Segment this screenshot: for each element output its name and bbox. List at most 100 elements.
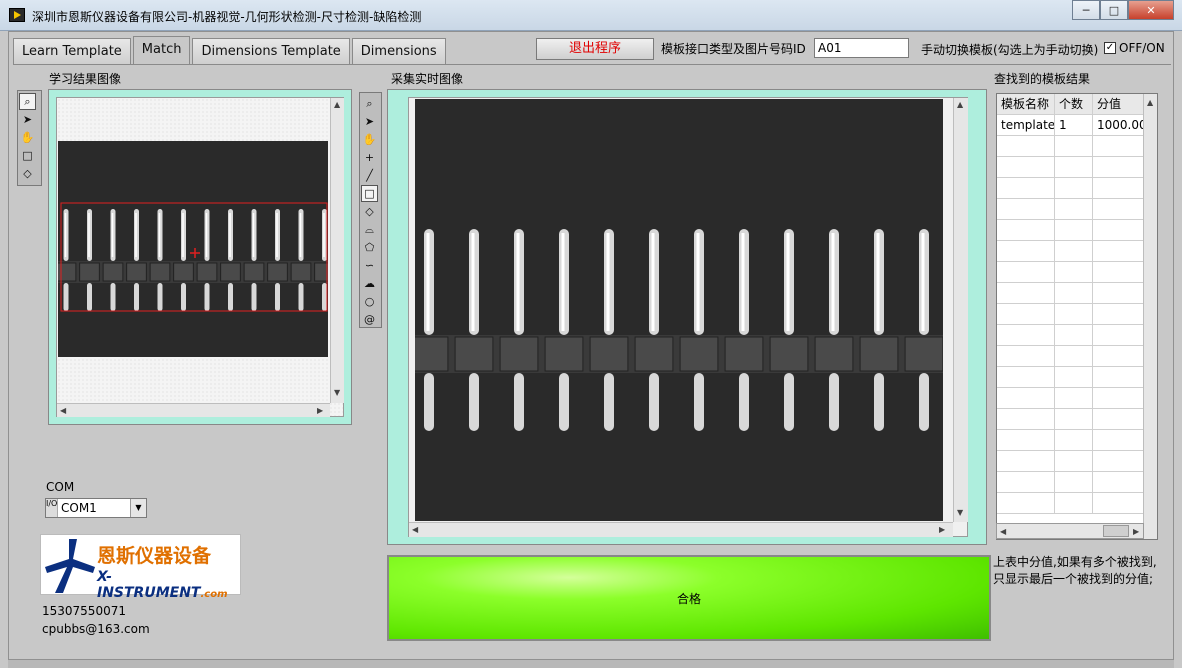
table-cell[interactable] bbox=[1093, 493, 1145, 513]
table-cell[interactable] bbox=[1093, 178, 1145, 198]
table-cell[interactable] bbox=[1055, 430, 1093, 450]
table-cell[interactable] bbox=[997, 451, 1055, 471]
zoom-tool-icon[interactable]: ⌕ bbox=[19, 93, 36, 110]
table-row[interactable] bbox=[997, 430, 1157, 451]
rotated-rect-tool-icon[interactable]: ◇ bbox=[19, 165, 36, 182]
table-cell[interactable] bbox=[1093, 325, 1145, 345]
freehand-region-tool-icon[interactable]: ☁ bbox=[361, 275, 378, 292]
template-id-input[interactable]: A01 bbox=[814, 38, 909, 58]
table-cell[interactable] bbox=[1055, 262, 1093, 282]
results-table[interactable]: 模板名称 个数 分值 template 1 1000.00 ▲ bbox=[996, 93, 1158, 540]
scroll-thumb[interactable] bbox=[1103, 525, 1129, 537]
table-cell[interactable] bbox=[1093, 157, 1145, 177]
pan-hand-tool-icon[interactable]: ✋ bbox=[361, 131, 378, 148]
crosshair-tool-icon[interactable]: + bbox=[361, 149, 378, 166]
table-row[interactable]: template 1 1000.00 bbox=[997, 115, 1157, 136]
learn-image-hscroll[interactable]: ◀ ▶ bbox=[57, 403, 330, 417]
table-cell[interactable] bbox=[1093, 241, 1145, 261]
table-cell[interactable] bbox=[997, 304, 1055, 324]
scroll-up-icon[interactable]: ▲ bbox=[1147, 98, 1153, 107]
table-cell[interactable] bbox=[1055, 199, 1093, 219]
live-image-display[interactable]: ▲ ▼ ◀ ▶ bbox=[408, 97, 968, 537]
table-row[interactable] bbox=[997, 178, 1157, 199]
table-row[interactable] bbox=[997, 283, 1157, 304]
table-cell[interactable] bbox=[997, 346, 1055, 366]
table-cell[interactable] bbox=[1055, 325, 1093, 345]
table-row[interactable] bbox=[997, 157, 1157, 178]
table-row[interactable] bbox=[997, 199, 1157, 220]
table-cell[interactable] bbox=[1055, 472, 1093, 492]
table-row[interactable] bbox=[997, 409, 1157, 430]
scroll-down-icon[interactable]: ▼ bbox=[957, 508, 963, 517]
tab-dimensions-template[interactable]: Dimensions Template bbox=[192, 38, 350, 64]
table-cell[interactable]: template bbox=[997, 115, 1055, 135]
live-image-hscroll[interactable]: ◀ ▶ bbox=[409, 522, 953, 537]
annulus-tool-icon[interactable]: ⌓ bbox=[361, 221, 378, 238]
tab-learn-template[interactable]: Learn Template bbox=[13, 38, 131, 64]
pointer-tool-icon[interactable]: ➤ bbox=[361, 113, 378, 130]
table-cell[interactable] bbox=[1093, 367, 1145, 387]
table-cell[interactable] bbox=[1093, 220, 1145, 240]
table-cell[interactable] bbox=[1055, 136, 1093, 156]
table-cell[interactable]: 1000.00 bbox=[1093, 115, 1145, 135]
table-cell[interactable] bbox=[997, 136, 1055, 156]
table-row[interactable] bbox=[997, 136, 1157, 157]
table-cell[interactable] bbox=[1055, 409, 1093, 429]
table-cell[interactable] bbox=[997, 157, 1055, 177]
scroll-right-icon[interactable]: ▶ bbox=[317, 406, 323, 415]
column-header[interactable]: 分值 bbox=[1093, 94, 1145, 114]
zoom-tool-icon[interactable]: ⌕ bbox=[361, 95, 378, 112]
close-button[interactable]: ✕ bbox=[1128, 0, 1174, 20]
restore-button[interactable]: □ bbox=[1100, 0, 1128, 20]
table-row[interactable] bbox=[997, 262, 1157, 283]
table-cell[interactable] bbox=[1093, 451, 1145, 471]
table-cell[interactable] bbox=[1055, 157, 1093, 177]
scroll-up-icon[interactable]: ▲ bbox=[957, 100, 963, 109]
rectangle-tool-icon[interactable]: □ bbox=[19, 147, 36, 164]
table-cell[interactable] bbox=[997, 388, 1055, 408]
table-row[interactable] bbox=[997, 388, 1157, 409]
results-hscroll[interactable]: ◀ ▶ bbox=[996, 523, 1144, 539]
table-cell[interactable] bbox=[1055, 493, 1093, 513]
table-cell[interactable] bbox=[1093, 388, 1145, 408]
table-cell[interactable] bbox=[1055, 283, 1093, 303]
live-image-vscroll[interactable]: ▲ ▼ bbox=[953, 98, 968, 522]
table-cell[interactable] bbox=[1093, 136, 1145, 156]
table-row[interactable] bbox=[997, 220, 1157, 241]
table-row[interactable] bbox=[997, 304, 1157, 325]
table-row[interactable] bbox=[997, 367, 1157, 388]
scroll-left-icon[interactable]: ◀ bbox=[1000, 527, 1006, 536]
table-cell[interactable] bbox=[1055, 304, 1093, 324]
table-cell[interactable] bbox=[1093, 430, 1145, 450]
rectangle-tool-icon[interactable]: □ bbox=[361, 185, 378, 202]
table-cell[interactable] bbox=[997, 472, 1055, 492]
table-cell[interactable] bbox=[997, 220, 1055, 240]
table-cell[interactable] bbox=[997, 178, 1055, 198]
minimize-button[interactable]: ─ bbox=[1072, 0, 1100, 20]
line-tool-icon[interactable]: ╱ bbox=[361, 167, 378, 184]
manual-switch-checkbox[interactable]: ✓ bbox=[1104, 42, 1116, 54]
spiral-tool-icon[interactable]: @ bbox=[361, 311, 378, 328]
table-cell[interactable] bbox=[1055, 220, 1093, 240]
column-header[interactable]: 个数 bbox=[1055, 94, 1093, 114]
table-cell[interactable] bbox=[1055, 346, 1093, 366]
table-cell[interactable] bbox=[997, 262, 1055, 282]
table-row[interactable] bbox=[997, 346, 1157, 367]
rotated-rect-tool-icon[interactable]: ◇ bbox=[361, 203, 378, 220]
table-row[interactable] bbox=[997, 325, 1157, 346]
learn-image-vscroll[interactable]: ▲ ▼ bbox=[330, 98, 344, 403]
table-cell[interactable] bbox=[1055, 388, 1093, 408]
column-header[interactable]: 模板名称 bbox=[997, 94, 1055, 114]
tab-match[interactable]: Match bbox=[132, 36, 191, 64]
pan-hand-tool-icon[interactable]: ✋ bbox=[19, 129, 36, 146]
table-row[interactable] bbox=[997, 493, 1157, 514]
table-cell[interactable] bbox=[1055, 241, 1093, 261]
exit-program-button[interactable]: 退出程序 bbox=[536, 38, 654, 60]
table-cell[interactable] bbox=[997, 430, 1055, 450]
table-cell[interactable] bbox=[997, 241, 1055, 261]
table-cell[interactable] bbox=[1093, 304, 1145, 324]
table-row[interactable] bbox=[997, 472, 1157, 493]
table-cell[interactable] bbox=[1055, 367, 1093, 387]
learn-image-display[interactable]: ▲ ▼ ◀ ▶ bbox=[56, 97, 344, 417]
polygon-tool-icon[interactable]: ⬠ bbox=[361, 239, 378, 256]
